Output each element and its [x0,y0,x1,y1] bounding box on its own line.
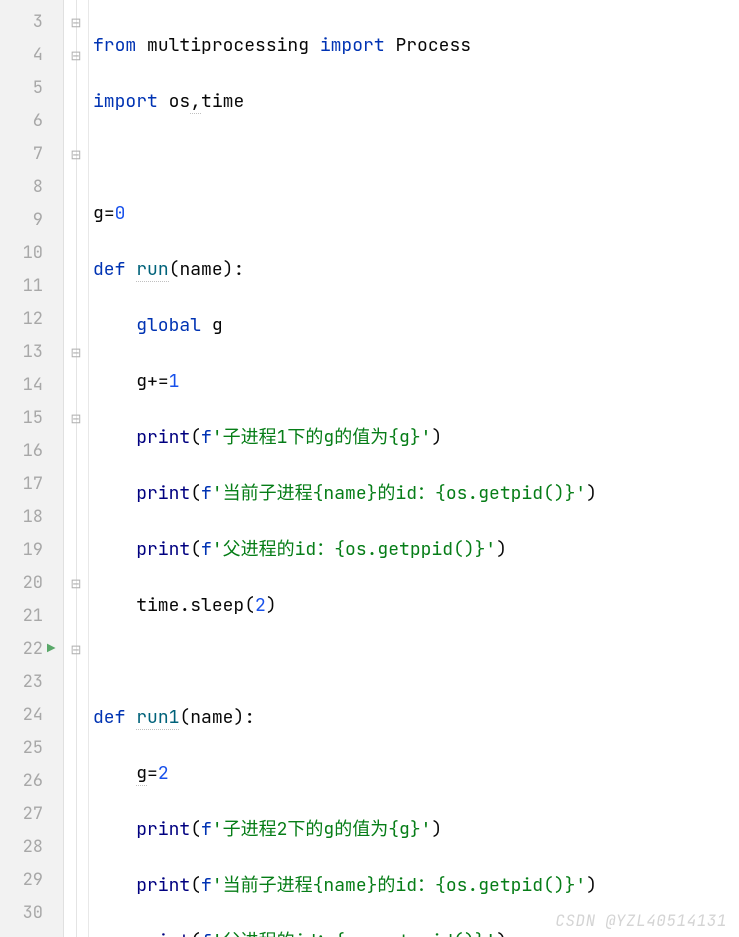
fold-marker[interactable]: ⊟ [64,633,88,666]
line-number: 22 ▶ [0,633,43,666]
line-number: 15 [0,402,43,435]
code-line[interactable]: g=2 [93,757,739,790]
code-editor: 3 4 5 6 7 8 9 10 11 12 13 14 15 16 17 18… [0,0,739,937]
line-number: 20 [0,567,43,600]
code-line[interactable]: import os,time [93,85,739,118]
line-number-gutter: 3 4 5 6 7 8 9 10 11 12 13 14 15 16 17 18… [0,0,64,937]
line-number: 3 [0,6,43,39]
line-number: 6 [0,105,43,138]
line-number: 8 [0,171,43,204]
code-line[interactable]: print(f'子进程1下的g的值为{g}') [93,421,739,454]
line-number: 24 [0,699,43,732]
code-line[interactable]: print(f'当前子进程{name}的id：{os.getpid()}') [93,869,739,902]
line-number: 25 [0,732,43,765]
line-number: 9 [0,204,43,237]
line-number: 17 [0,468,43,501]
line-number: 23 [0,666,43,699]
run-gutter-icon[interactable]: ▶ [47,633,55,666]
code-line[interactable]: print(f'子进程2下的g的值为{g}') [93,813,739,846]
line-number: 14 [0,369,43,402]
code-line[interactable]: print(f'当前子进程{name}的id：{os.getpid()}') [93,477,739,510]
code-line[interactable]: from multiprocessing import Process [93,29,739,62]
code-line[interactable] [93,645,739,678]
line-number: 28 [0,831,43,864]
line-number: 21 [0,600,43,633]
code-line[interactable]: def run1(name): [93,701,739,734]
fold-marker[interactable]: ⊟ [64,402,88,435]
fold-end-marker[interactable]: ⊟ [64,336,88,369]
code-line[interactable]: time.sleep(2) [93,589,739,622]
fold-marker[interactable]: ⊟ [64,138,88,171]
line-number: 16 [0,435,43,468]
line-number: 29 [0,864,43,897]
code-line[interactable]: def run(name): [93,253,739,286]
fold-marker[interactable]: ⊟ [64,6,88,39]
fold-column: ⊟ ⊟ ⊟ ⊟ ⊟ ⊟ ⊟ [64,0,89,937]
code-line[interactable]: print(f'父进程的id：{os.getppid()}') [93,925,739,937]
line-number: 10 [0,237,43,270]
line-number: 30 [0,897,43,930]
code-line[interactable]: global g [93,309,739,342]
line-number: 11 [0,270,43,303]
line-number: 12 [0,303,43,336]
line-number: 4 [0,39,43,72]
line-number: 19 [0,534,43,567]
code-line[interactable] [93,141,739,174]
code-line[interactable]: print(f'父进程的id：{os.getppid()}') [93,533,739,566]
code-line[interactable]: g=0 [93,197,739,230]
line-number: 26 [0,765,43,798]
line-number: 13 [0,336,43,369]
code-area[interactable]: from multiprocessing import Process impo… [89,0,739,937]
fold-marker[interactable]: ⊟ [64,39,88,72]
code-line[interactable]: g+=1 [93,365,739,398]
line-number: 18 [0,501,43,534]
line-number: 5 [0,72,43,105]
line-number: 7 [0,138,43,171]
fold-end-marker[interactable]: ⊟ [64,567,88,600]
line-number: 27 [0,798,43,831]
